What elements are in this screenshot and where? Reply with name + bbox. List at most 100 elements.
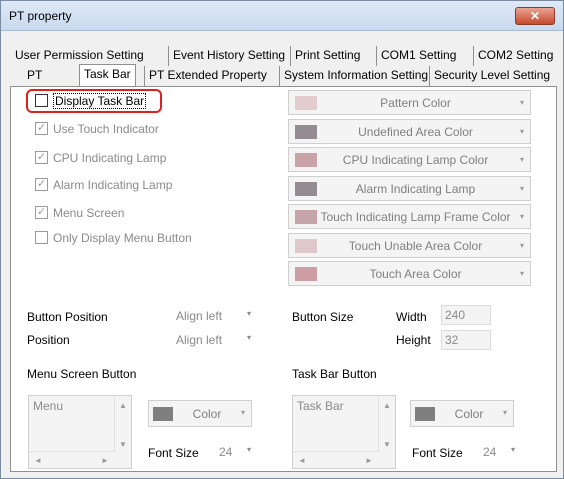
color-swatch [295, 96, 317, 110]
chevron-down-icon: ▾ [519, 212, 524, 221]
width-label: Width [396, 310, 427, 324]
tab-event-history-setting[interactable]: Event History Setting [168, 46, 289, 66]
width-field[interactable]: 240 [441, 305, 491, 325]
select-value: Align left [176, 309, 223, 323]
undefined-area-color-button[interactable]: Undefined Area Color ▾ [288, 119, 531, 144]
chevron-down-icon: ▾ [502, 408, 507, 417]
button-position-select[interactable]: Align left ▾ [171, 305, 261, 325]
height-label: Height [396, 333, 431, 347]
window-title: PT property [9, 9, 72, 23]
touch-unable-area-color-button[interactable]: Touch Unable Area Color ▾ [288, 233, 531, 258]
position-label: Position [27, 333, 70, 347]
color-button-label: CPU Indicating Lamp Color [342, 153, 489, 167]
checkbox-label: Menu Screen [53, 206, 125, 220]
color-swatch [153, 407, 173, 421]
color-swatch [415, 407, 435, 421]
tab-com1-setting[interactable]: COM1 Setting [376, 46, 460, 66]
alarm-indicating-lamp-color-button[interactable]: Alarm Indicating Lamp ▾ [288, 176, 531, 201]
display-task-bar-checkbox[interactable]: Display Task Bar [35, 93, 147, 110]
checkbox-box[interactable] [35, 231, 48, 245]
horizontal-scrollbar[interactable]: ◄ ► [293, 451, 379, 468]
use-touch-indicator-checkbox[interactable]: ✓ Use Touch Indicator [35, 122, 159, 138]
check-icon: ✓ [35, 178, 48, 192]
position-select[interactable]: Align left ▾ [171, 329, 261, 349]
scroll-left-icon[interactable]: ◄ [298, 456, 306, 465]
color-swatch [295, 182, 317, 196]
chevron-down-icon: ▾ [519, 269, 524, 278]
tab-security-level-setting[interactable]: Security Level Setting [429, 66, 554, 86]
checkbox-label: Display Task Bar [53, 93, 147, 109]
task-bar-font-size-select[interactable]: 24 ▾ [477, 441, 527, 461]
check-icon: ✓ [35, 151, 48, 165]
color-button-label: Alarm Indicating Lamp [355, 182, 476, 196]
horizontal-scrollbar[interactable]: ◄ ► [29, 451, 115, 468]
touch-area-color-button[interactable]: Touch Area Color ▾ [288, 261, 531, 286]
list-text: Menu [33, 399, 64, 413]
scroll-down-icon[interactable]: ▼ [119, 440, 127, 449]
color-swatch [295, 239, 317, 253]
scroll-left-icon[interactable]: ◄ [34, 456, 42, 465]
color-button-label: Touch Area Color [369, 267, 462, 281]
tab-com2-setting[interactable]: COM2 Setting [473, 46, 557, 66]
check-icon: ✓ [35, 206, 48, 220]
color-swatch [295, 153, 317, 167]
task-bar-color-button[interactable]: Color ▾ [410, 400, 514, 427]
tab-task-bar[interactable]: Task Bar [79, 64, 136, 86]
color-button-label: Undefined Area Color [358, 125, 473, 139]
tab-pt[interactable]: PT [23, 66, 46, 86]
chevron-down-icon: ▾ [519, 241, 524, 250]
menu-screen-color-button[interactable]: Color ▾ [148, 400, 252, 427]
cpu-indicating-lamp-checkbox[interactable]: ✓ CPU Indicating Lamp [35, 151, 166, 167]
task-bar-text-list[interactable]: Task Bar ▲ ▼ ◄ ► [292, 395, 396, 469]
chevron-down-icon: ▾ [247, 333, 252, 342]
chevron-down-icon: ▾ [247, 309, 252, 318]
scroll-right-icon[interactable]: ► [365, 456, 373, 465]
tab-user-permission-setting[interactable]: User Permission Setting [11, 46, 148, 66]
list-text: Task Bar [297, 399, 344, 413]
chevron-down-icon: ▾ [247, 445, 252, 454]
close-button[interactable]: ✕ [515, 7, 555, 25]
select-value: Align left [176, 333, 223, 347]
task-bar-font-size-label: Font Size [412, 446, 463, 460]
touch-indicating-lamp-frame-color-button[interactable]: Touch Indicating Lamp Frame Color ▾ [288, 204, 531, 229]
scroll-right-icon[interactable]: ► [101, 456, 109, 465]
cpu-indicating-lamp-color-button[interactable]: CPU Indicating Lamp Color ▾ [288, 147, 531, 172]
menu-font-size-select[interactable]: 24 ▾ [213, 441, 263, 461]
tab-pt-extended-property[interactable]: PT Extended Property [144, 66, 271, 86]
menu-screen-text-list[interactable]: Menu ▲ ▼ ◄ ► [28, 395, 132, 469]
checkbox-box[interactable] [35, 94, 48, 108]
color-button-label: Touch Indicating Lamp Frame Color [320, 210, 511, 224]
color-button-label: Color [192, 407, 222, 421]
color-button-label: Touch Unable Area Color [348, 239, 483, 253]
checkbox-label: Use Touch Indicator [53, 122, 159, 136]
task-bar-button-heading: Task Bar Button [292, 367, 377, 381]
menu-font-size-label: Font Size [148, 446, 199, 460]
scroll-down-icon[interactable]: ▼ [383, 440, 391, 449]
pattern-color-button[interactable]: Pattern Color ▾ [288, 90, 531, 115]
tab-print-setting[interactable]: Print Setting [290, 46, 364, 66]
title-bar: PT property ✕ [1, 1, 563, 31]
button-size-label: Button Size [292, 310, 354, 324]
chevron-down-icon: ▾ [519, 98, 524, 107]
select-value: 24 [483, 445, 497, 459]
scroll-up-icon[interactable]: ▲ [383, 401, 391, 410]
chevron-down-icon: ▾ [519, 184, 524, 193]
chevron-down-icon: ▾ [511, 445, 516, 454]
height-field[interactable]: 32 [441, 330, 491, 350]
tab-system-information-setting[interactable]: System Information Setting [279, 66, 432, 86]
color-button-label: Color [454, 407, 484, 421]
scroll-up-icon[interactable]: ▲ [119, 401, 127, 410]
checkbox-label: Alarm Indicating Lamp [53, 178, 173, 192]
vertical-scrollbar[interactable]: ▲ ▼ [378, 396, 395, 452]
alarm-indicating-lamp-checkbox[interactable]: ✓ Alarm Indicating Lamp [35, 178, 172, 194]
color-button-label: Pattern Color [380, 96, 451, 110]
close-icon: ✕ [529, 9, 541, 23]
pt-property-dialog: PT property ✕ User Permission Setting Ev… [0, 0, 564, 479]
color-swatch [295, 125, 317, 139]
vertical-scrollbar[interactable]: ▲ ▼ [114, 396, 131, 452]
checkbox-label: CPU Indicating Lamp [53, 151, 167, 165]
only-display-menu-button-checkbox[interactable]: Only Display Menu Button [35, 231, 192, 247]
chevron-down-icon: ▾ [519, 155, 524, 164]
checkbox-label: Only Display Menu Button [53, 231, 192, 245]
menu-screen-checkbox[interactable]: ✓ Menu Screen [35, 206, 124, 222]
